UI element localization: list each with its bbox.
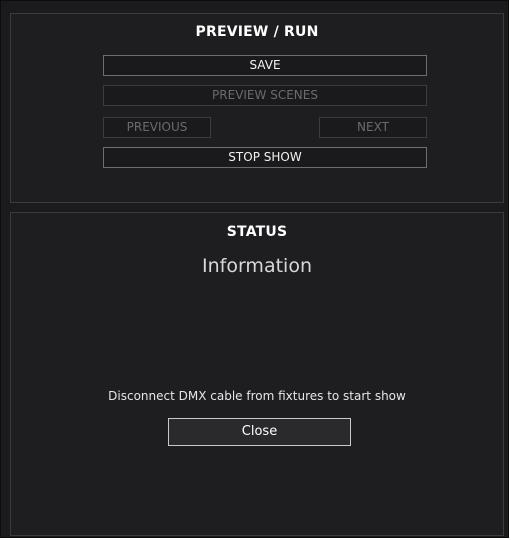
app-window: PREVIEW / RUN SAVE PREVIEW SCENES PREVIO… — [0, 0, 509, 538]
status-title: STATUS — [226, 224, 288, 240]
status-panel: STATUS Information Disconnect DMX cable … — [10, 212, 504, 536]
preview-run-panel: PREVIEW / RUN SAVE PREVIEW SCENES PREVIO… — [10, 13, 504, 203]
status-message: Disconnect DMX cable from fixtures to st… — [108, 389, 406, 403]
close-button[interactable]: Close — [168, 418, 351, 446]
next-button[interactable]: NEXT — [319, 117, 427, 138]
save-button[interactable]: SAVE — [103, 55, 427, 76]
stop-show-button[interactable]: STOP SHOW — [103, 147, 427, 168]
information-heading: Information — [202, 255, 312, 277]
preview-run-title: PREVIEW / RUN — [195, 24, 319, 40]
preview-scenes-button[interactable]: PREVIEW SCENES — [103, 85, 427, 106]
previous-button[interactable]: PREVIOUS — [103, 117, 211, 138]
